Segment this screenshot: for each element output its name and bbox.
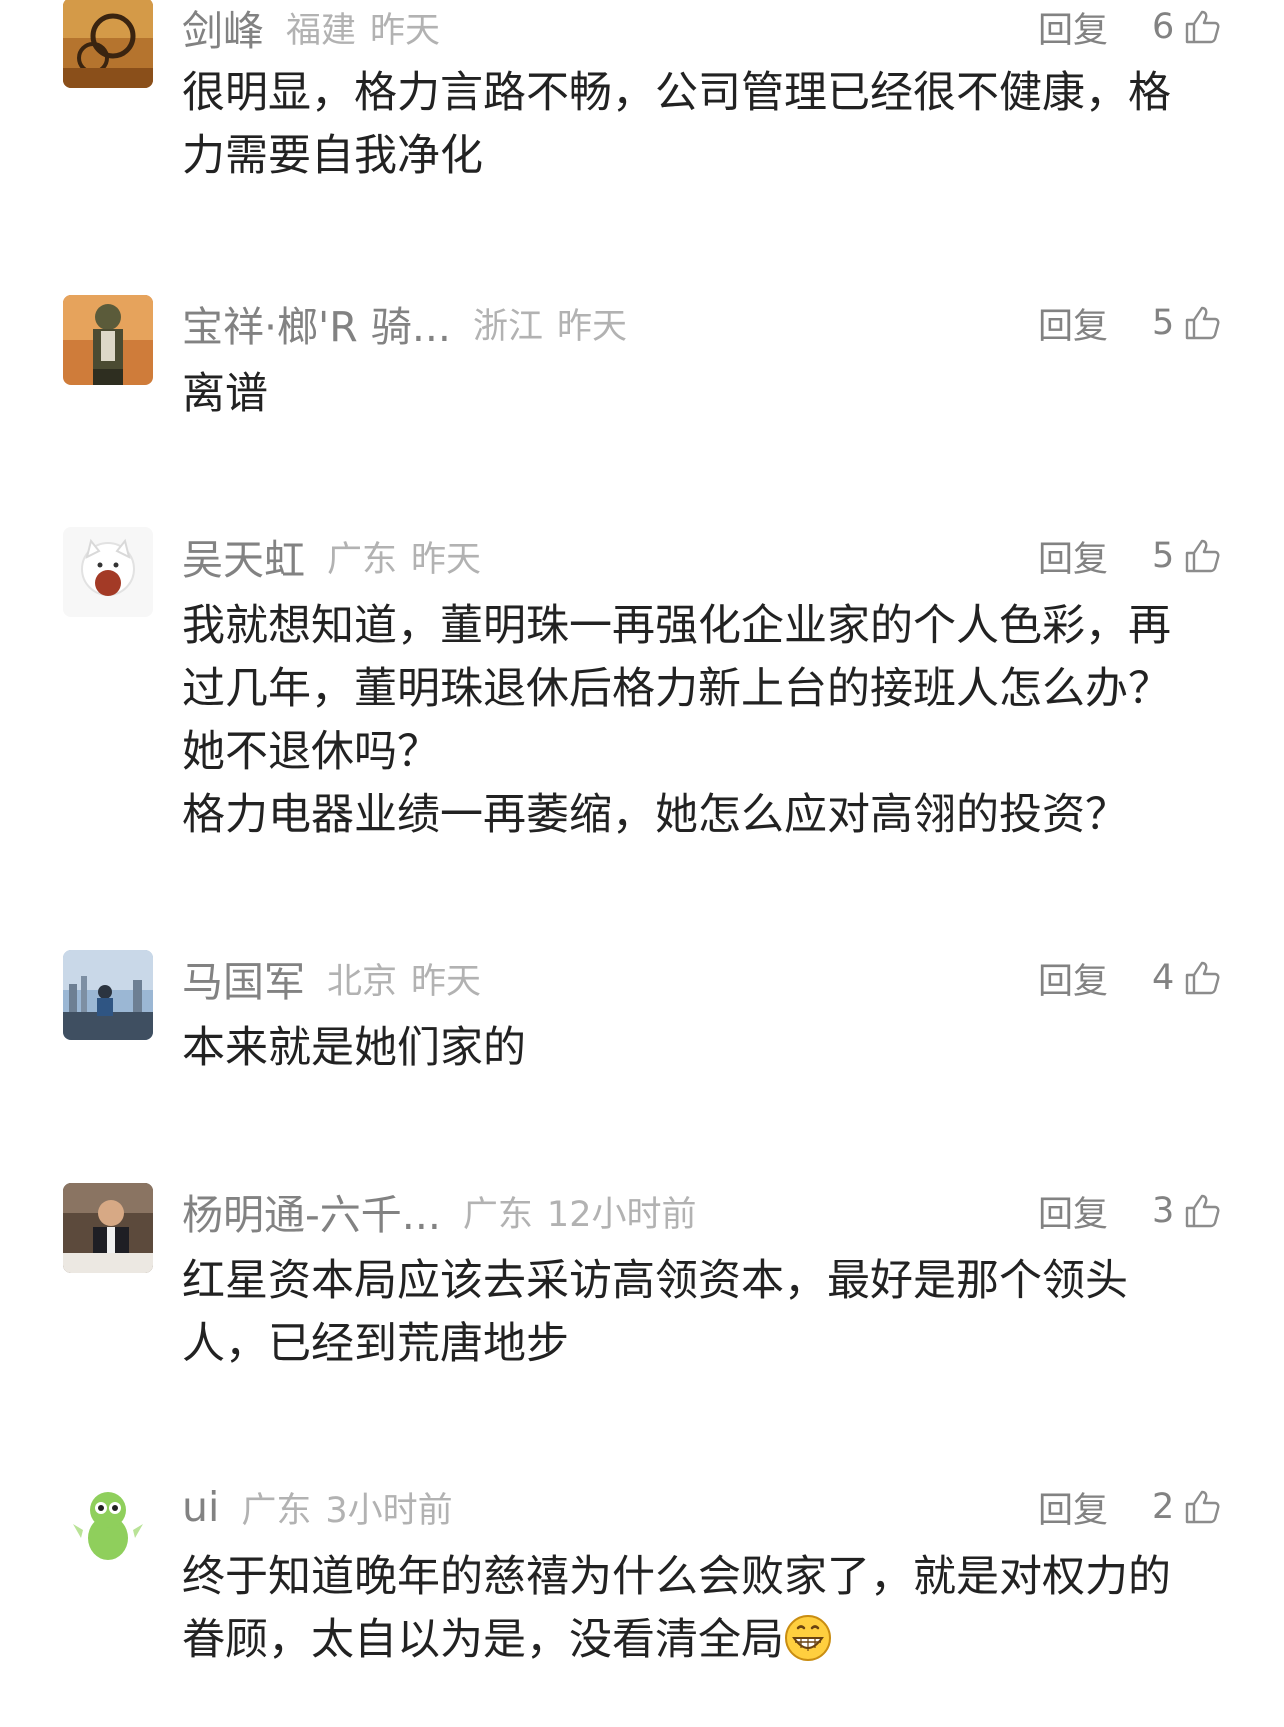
reply-button[interactable]: 回复 <box>1038 1482 1152 1533</box>
comment-actions: 回复 5 <box>1038 296 1220 350</box>
comment-actions: 回复 2 <box>1038 1480 1220 1534</box>
comment-meta: 宝祥·榔'R 骑... 浙江 昨天 <box>182 293 627 353</box>
timestamp: 3小时前 <box>325 1490 453 1531</box>
avatar[interactable] <box>63 295 153 385</box>
comment-text-content: 终于知道晚年的慈禧为什么会败家了，就是对权力的 眷顾，太自以为是，没看清全局 <box>182 1552 1171 1665</box>
thumbs-up-icon[interactable] <box>1184 9 1220 45</box>
timestamp: 昨天 <box>370 10 441 51</box>
comment-text: 红星资本局应该去采访高领资本，最好是那个领头 人，已经到荒唐地步 <box>182 1256 1128 1369</box>
username[interactable]: 杨明通-六千... <box>182 1181 441 1241</box>
reply-button[interactable]: 回复 <box>1038 2 1152 53</box>
reply-button[interactable]: 回复 <box>1038 298 1152 349</box>
comment-actions: 回复 6 <box>1038 0 1220 54</box>
avatar[interactable] <box>63 527 153 617</box>
comment-meta: 杨明通-六千... 广东 12小时前 <box>182 1181 697 1241</box>
comment-actions: 回复 3 <box>1038 1184 1220 1238</box>
comment-text: 很明显，格力言路不畅，公司管理已经很不健康，格 力需要自我净化 <box>182 68 1171 181</box>
username[interactable]: 吴天虹 <box>182 526 305 586</box>
comment-text: 离谱 <box>182 369 268 419</box>
comment-meta: ui 广东 3小时前 <box>182 1480 453 1534</box>
avatar[interactable] <box>63 950 153 1040</box>
like-count: 5 <box>1152 536 1175 576</box>
grinning-face-emoji <box>785 1615 831 1661</box>
username[interactable]: 宝祥·榔'R 骑... <box>182 293 451 353</box>
region: 广东 <box>327 539 398 580</box>
comment-meta: 吴天虹 广东 昨天 <box>182 526 482 586</box>
timestamp: 昨天 <box>556 306 627 347</box>
username[interactable]: 马国军 <box>182 948 305 1008</box>
comment-text: 终于知道晚年的慈禧为什么会败家了，就是对权力的 眷顾，太自以为是，没看清全局 <box>182 1546 1222 1672</box>
region: 广东 <box>462 1194 533 1235</box>
like-count: 5 <box>1152 303 1175 343</box>
comment-text: 本来就是她们家的 <box>182 1023 526 1073</box>
thumbs-up-icon[interactable] <box>1184 538 1220 574</box>
avatar[interactable] <box>63 1183 153 1273</box>
like-count: 6 <box>1152 7 1175 47</box>
reply-button[interactable]: 回复 <box>1038 1186 1152 1237</box>
like-count: 4 <box>1152 958 1175 998</box>
comment-meta: 剑峰 福建 昨天 <box>182 0 441 57</box>
timestamp: 昨天 <box>411 539 482 580</box>
reply-button[interactable]: 回复 <box>1038 531 1152 582</box>
comment-text: 我就想知道，董明珠一再强化企业家的个人色彩，再 过几年，董明珠退休后格力新上台的… <box>182 601 1171 840</box>
username[interactable]: 剑峰 <box>182 0 264 57</box>
thumbs-up-icon[interactable] <box>1184 305 1220 341</box>
comment-meta: 马国军 北京 昨天 <box>182 948 482 1008</box>
reply-button[interactable]: 回复 <box>1038 953 1152 1004</box>
region: 北京 <box>327 961 398 1002</box>
region: 浙江 <box>472 306 543 347</box>
comment-actions: 回复 4 <box>1038 951 1220 1005</box>
comment-actions: 回复 5 <box>1038 529 1220 583</box>
username[interactable]: ui <box>182 1483 219 1531</box>
avatar[interactable] <box>63 0 153 88</box>
like-count: 2 <box>1152 1487 1175 1527</box>
thumbs-up-icon[interactable] <box>1184 1193 1220 1229</box>
region: 福建 <box>286 10 357 51</box>
like-count: 3 <box>1152 1191 1175 1231</box>
region: 广东 <box>241 1490 312 1531</box>
thumbs-up-icon[interactable] <box>1184 1489 1220 1525</box>
thumbs-up-icon[interactable] <box>1184 960 1220 996</box>
timestamp: 昨天 <box>411 961 482 1002</box>
avatar[interactable] <box>63 1480 153 1570</box>
timestamp: 12小时前 <box>546 1194 697 1235</box>
